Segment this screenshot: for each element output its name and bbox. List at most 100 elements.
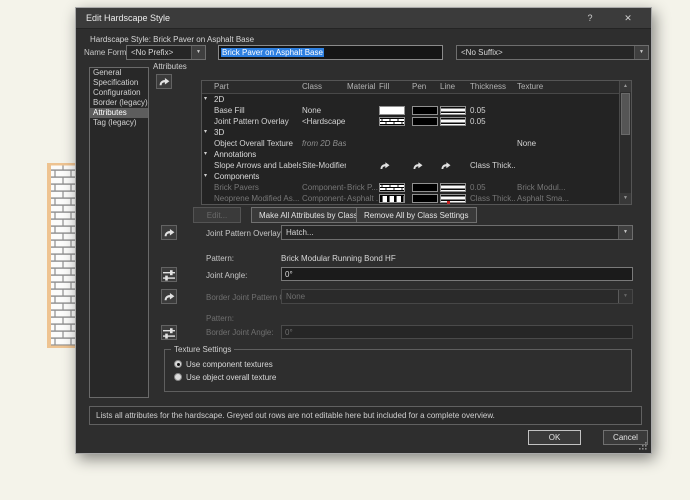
solid-black-pen-swatch [412, 183, 438, 192]
by-class-arrow-icon [158, 77, 171, 87]
chevron-down-icon[interactable]: ▼ [618, 226, 632, 239]
red-marker-dot [447, 201, 450, 204]
sidebar-item-general[interactable]: General [90, 68, 148, 78]
ok-button[interactable]: OK [528, 430, 581, 445]
asphalt-hatch-swatch [379, 194, 405, 203]
sidebar-item-attributes[interactable]: Attributes [90, 108, 148, 118]
make-all-attributes-by-class-button[interactable]: Make All Attributes by Class [251, 207, 366, 223]
line-style-swatch [440, 106, 466, 115]
description-box: Lists all attributes for the hardscape. … [89, 406, 642, 425]
chevron-down-icon[interactable]: ▼ [634, 46, 648, 59]
texture-settings-legend: Texture Settings [171, 345, 234, 354]
by-class-arrow-icon [440, 161, 452, 171]
scroll-down-icon[interactable]: ▼ [620, 193, 631, 204]
joint-angle-input[interactable] [281, 267, 633, 281]
joint-pattern-overlay-label: Joint Pattern Overlay: [206, 229, 283, 238]
table-row-object-overall-texture[interactable]: Object Overall Texturefrom 2D Bas...None [202, 138, 619, 149]
brick-paver-texture [47, 163, 77, 348]
table-row-brick-pavers[interactable]: Brick PaversComponent-H...Brick P...0.05… [202, 182, 619, 193]
table-group-row-components[interactable]: ▾Components [202, 171, 619, 182]
joint-angle-settings-button[interactable] [161, 267, 177, 282]
sidebar-item-configuration[interactable]: Configuration [90, 88, 148, 98]
sidebar-item-tag-legacy[interactable]: Tag (legacy) [90, 118, 148, 128]
hardscape-style-line: Hardscape Style: Brick Paver on Asphalt … [90, 35, 254, 44]
by-class-arrow-icon [163, 228, 176, 238]
suffix-value: <No Suffix> [461, 48, 503, 57]
expander-icon[interactable]: ▾ [204, 94, 207, 105]
radio-unselected-icon[interactable] [174, 373, 182, 381]
sidebar-item-specification[interactable]: Specification [90, 78, 148, 88]
dialog-titlebar[interactable]: Edit Hardscape Style ? ✕ [76, 8, 651, 29]
chevron-down-icon: ▼ [618, 290, 632, 303]
table-row-joint-pattern-overlay[interactable]: Joint Pattern Overlay<Hardscape ...0.05 [202, 116, 619, 127]
solid-white-fill-swatch [379, 106, 405, 115]
radio-selected-icon[interactable] [174, 360, 182, 368]
by-class-arrow-icon [163, 292, 176, 302]
border-joint-pattern-overlay-value: None [286, 292, 305, 301]
use-component-textures-radio[interactable]: Use component textures [174, 359, 273, 369]
hardscape-object-preview [47, 163, 77, 348]
border-joint-angle-label: Border Joint Angle: [206, 328, 274, 337]
radio-label: Use component textures [186, 360, 273, 369]
column-header-part[interactable]: Part [214, 81, 301, 93]
dialog-title: Edit Hardscape Style [86, 8, 170, 29]
border-joint-angle-settings-button[interactable] [161, 325, 177, 340]
chevron-down-icon[interactable]: ▼ [191, 46, 205, 59]
column-header-material[interactable]: Material [347, 81, 378, 93]
expander-icon[interactable]: ▾ [204, 127, 207, 138]
close-icon[interactable]: ✕ [619, 8, 637, 29]
sliders-icon [162, 327, 176, 339]
border-joint-pattern-overlay-dropdown: None ▼ [281, 289, 633, 304]
table-group-row-3d[interactable]: ▾3D [202, 127, 619, 138]
joint-angle-label: Joint Angle: [206, 271, 247, 280]
sliders-icon [162, 269, 176, 281]
column-header-class[interactable]: Class [302, 81, 346, 93]
line-style-swatch [440, 194, 466, 203]
selected-text: Brick Paver on Asphalt Base [221, 48, 324, 57]
brick-hatch-swatch [379, 117, 405, 126]
attributes-table[interactable]: PartClassMaterialFillPenLineThicknessTex… [201, 80, 632, 205]
texture-settings-group: Texture Settings Use component textures … [164, 349, 632, 392]
line-style-swatch [440, 117, 466, 126]
edit-hardscape-style-dialog: Edit Hardscape Style ? ✕ Hardscape Style… [75, 7, 652, 454]
table-row-base-fill[interactable]: Base FillNone0.05 [202, 105, 619, 116]
column-header-line[interactable]: Line [440, 81, 468, 93]
edit-button: Edit... [193, 207, 241, 223]
line-style-swatch [440, 183, 466, 192]
column-header-fill[interactable]: Fill [379, 81, 409, 93]
remove-all-by-class-settings-button[interactable]: Remove All by Class Settings [356, 207, 477, 223]
border-joint-pattern-by-class-button[interactable] [161, 289, 177, 304]
by-class-toggle-button[interactable] [156, 74, 172, 89]
table-body: ▾2DBase FillNone0.05Joint Pattern Overla… [202, 94, 619, 205]
prefix-dropdown[interactable]: <No Prefix> ▼ [126, 45, 206, 60]
column-header-pen[interactable]: Pen [412, 81, 439, 93]
joint-pattern-overlay-dropdown[interactable]: Hatch... ▼ [281, 225, 633, 240]
table-group-row-2d[interactable]: ▾2D [202, 94, 619, 105]
column-header-thickness[interactable]: Thickness [470, 81, 516, 93]
table-row-partial[interactable] [202, 204, 619, 205]
sidebar-item-border-legacy[interactable]: Border (legacy) [90, 98, 148, 108]
solid-black-pen-swatch [412, 194, 438, 203]
scrollbar-thumb[interactable] [621, 93, 630, 135]
expander-icon[interactable]: ▾ [204, 171, 207, 182]
table-row-neoprene-modified-as[interactable]: Neoprene Modified As...Component-H...Asp… [202, 193, 619, 204]
table-group-row-annotations[interactable]: ▾Annotations [202, 149, 619, 160]
desktop-background: Edit Hardscape Style ? ✕ Hardscape Style… [0, 0, 690, 500]
scroll-up-icon[interactable]: ▲ [620, 81, 631, 92]
table-scrollbar[interactable]: ▲ ▼ [619, 81, 631, 204]
suffix-dropdown[interactable]: <No Suffix> ▼ [456, 45, 649, 60]
brick-hatch-swatch [379, 183, 405, 192]
style-name-input[interactable]: Brick Paver on Asphalt Base [218, 45, 443, 60]
table-row-slope-arrows-and-labels[interactable]: Slope Arrows and LabelsSite-Modifier-...… [202, 160, 619, 171]
solid-black-pen-swatch [412, 117, 438, 126]
expander-icon[interactable]: ▾ [204, 149, 207, 160]
table-header: PartClassMaterialFillPenLineThicknessTex… [202, 81, 619, 94]
attributes-group-label: Attributes [153, 62, 187, 71]
resize-grip[interactable] [638, 441, 647, 450]
border-pattern-label: Pattern: [206, 314, 234, 323]
help-icon[interactable]: ? [581, 8, 599, 29]
use-object-overall-texture-radio[interactable]: Use object overall texture [174, 372, 276, 382]
pattern-value: Brick Modular Running Bond HF [281, 254, 396, 263]
joint-pattern-by-class-button[interactable] [161, 225, 177, 240]
column-header-texture[interactable]: Texture [517, 81, 617, 93]
